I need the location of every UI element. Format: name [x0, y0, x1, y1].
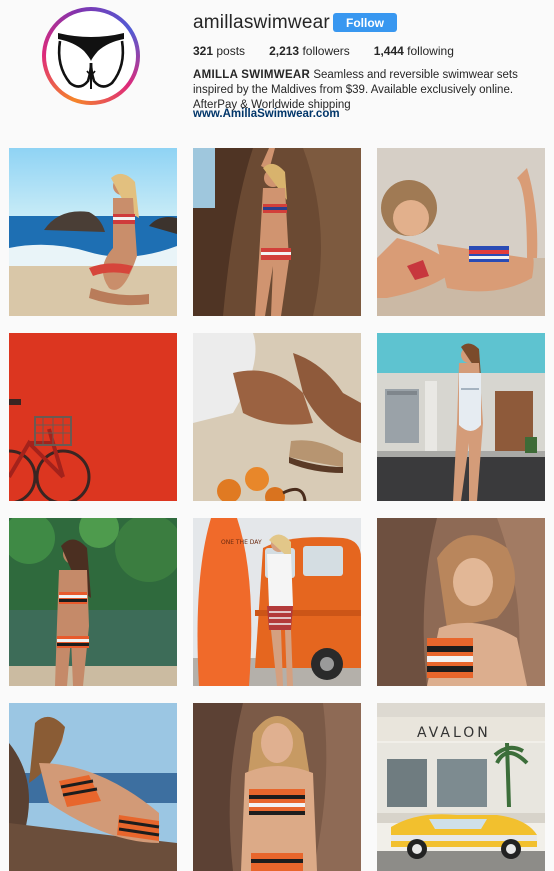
bio-name: AMILLA SWIMWEAR: [193, 69, 311, 81]
post-thumbnail[interactable]: [9, 703, 177, 871]
post-image-sand-oranges: [193, 333, 361, 501]
following-label: following: [407, 44, 454, 58]
post-thumbnail[interactable]: [193, 333, 361, 501]
post-thumbnail[interactable]: [193, 703, 361, 871]
post-image-river: [9, 518, 177, 686]
post-thumbnail[interactable]: [377, 148, 545, 316]
post-image-beach-rocks: [9, 148, 177, 316]
brand-logo: [46, 11, 136, 101]
follow-button[interactable]: Follow: [333, 13, 397, 32]
surfboard-text: ONE THE DAY: [221, 539, 262, 546]
profile-username: amillaswimwear: [193, 12, 330, 33]
post-image-rock-lying: [9, 703, 177, 871]
post-thumbnail[interactable]: [377, 518, 545, 686]
posts-grid: ONE THE DAY AVALON: [9, 148, 546, 871]
post-image-rock-cliff: [193, 148, 361, 316]
post-thumbnail[interactable]: AVALON: [377, 703, 545, 871]
posts-count: 321: [193, 44, 214, 58]
profile-avatar[interactable]: [42, 7, 140, 105]
profile-stats: 321 posts 2,213 followers 1,444 followin…: [193, 44, 478, 58]
profile-header: amillaswimwear Follow 321 posts 2,213 fo…: [0, 0, 554, 140]
followers-count: 2,213: [269, 44, 300, 58]
bikini-bottom-logo-icon: [57, 33, 125, 89]
website-link[interactable]: www.AmillaSwimwear.com: [193, 108, 340, 120]
followers-label: followers: [302, 44, 350, 58]
following-stat[interactable]: 1,444 following: [374, 44, 454, 58]
followers-stat[interactable]: 2,213 followers: [269, 44, 350, 58]
post-image-orange-van: ONE THE DAY: [193, 518, 361, 686]
post-image-lying-sand: [377, 148, 545, 316]
post-image-red-wall-bicycle: [9, 333, 177, 501]
post-image-rock-standing: [193, 703, 361, 871]
post-thumbnail[interactable]: [9, 333, 177, 501]
post-thumbnail[interactable]: [9, 148, 177, 316]
profile-bio: AMILLA SWIMWEAR Seamless and reversible …: [193, 68, 548, 113]
posts-label: posts: [216, 44, 246, 58]
post-thumbnail[interactable]: [193, 148, 361, 316]
post-image-rock-portrait: [377, 518, 545, 686]
post-thumbnail[interactable]: [9, 518, 177, 686]
posts-stat: 321 posts: [193, 44, 245, 58]
post-thumbnail[interactable]: [377, 333, 545, 501]
following-count: 1,444: [373, 44, 404, 58]
building-sign-text: AVALON: [417, 725, 491, 741]
post-image-avalon-building: AVALON: [377, 703, 545, 871]
post-image-street-swimsuit: [377, 333, 545, 501]
post-thumbnail[interactable]: ONE THE DAY: [193, 518, 361, 686]
